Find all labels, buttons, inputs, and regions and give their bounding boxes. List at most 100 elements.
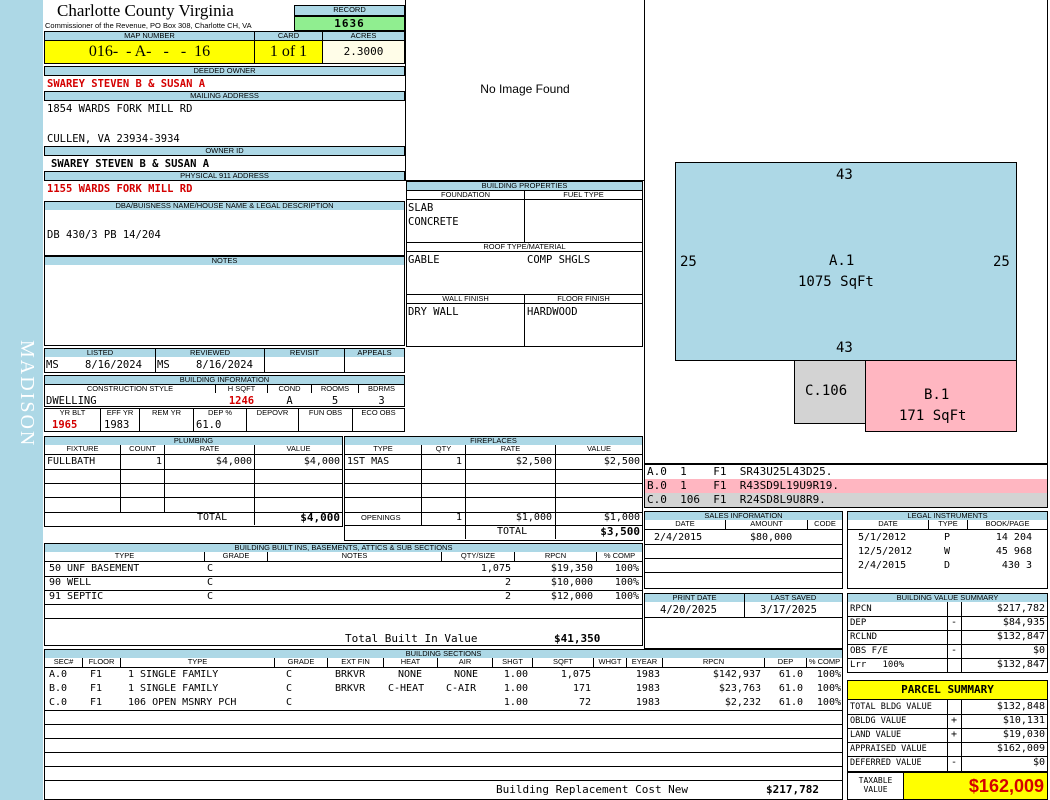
builtins-header: TYPE bbox=[44, 552, 205, 562]
wall-finish-label: WALL FINISH bbox=[406, 294, 525, 304]
reviewed-by: MS bbox=[157, 359, 170, 371]
depreciation: 61.0 bbox=[196, 419, 222, 431]
plumbing-header: VALUE bbox=[254, 445, 343, 455]
parcel-row: DEFERRED VALUE - $0 bbox=[850, 757, 1045, 768]
plumbing-header: RATE bbox=[164, 445, 255, 455]
sections-header: RPCN bbox=[662, 658, 765, 668]
fireplaces-header: VALUE bbox=[555, 445, 643, 455]
rooms: 5 bbox=[331, 395, 339, 407]
builtins-header: RPCN bbox=[514, 552, 597, 562]
sections-header: SHGT bbox=[492, 658, 533, 668]
deeded-owner-label: DEEDED OWNER bbox=[44, 66, 405, 76]
sections-header: DEP bbox=[764, 658, 807, 668]
replacement-cost: $217,782 bbox=[766, 783, 819, 796]
fireplaces-header: QTY bbox=[421, 445, 466, 455]
legal-header: DATE bbox=[847, 520, 929, 530]
sketch-c-name: C.106 bbox=[805, 383, 848, 399]
no-image-text: No Image Found bbox=[480, 82, 570, 96]
table-row: A.0 F1 1 SINGLE FAMILY C BRKVR NONE NONE… bbox=[49, 669, 841, 680]
bvs-row: RCLND $132,847 bbox=[850, 631, 1045, 642]
table-row: C.0 F1 106 OPEN MSNRY PCH C 1.00 72 1983… bbox=[49, 697, 841, 708]
builtins-header: NOTES bbox=[267, 552, 442, 562]
sections-header: GRADE bbox=[274, 658, 328, 668]
dba-text: DB 430/3 PB 14/204 bbox=[47, 229, 161, 241]
sections-header: TYPE bbox=[120, 658, 275, 668]
sketch-dim-left: 25 bbox=[680, 254, 697, 270]
sales-table: DATE AMOUNT CODE 2/4/2015 $80,000 bbox=[644, 520, 843, 589]
fireplaces-total: $3,500 bbox=[600, 525, 640, 538]
physical-address-label: PHYSICAL 911 ADDRESS bbox=[44, 171, 405, 181]
bvs-table: RPCN $217,782 DEP - $84,935 RCLND $132,847 O… bbox=[847, 602, 1048, 673]
sketch-b-area: 171 SqFt bbox=[899, 408, 967, 424]
builtins-table: TYPE GRADE NOTES QTY/SIZE RPCN % COMP 50… bbox=[44, 552, 643, 646]
fireplaces-table: TYPE QTY RATE VALUE 1ST MAS 1 $2,500 $2,… bbox=[344, 445, 643, 541]
sections-header: EYEAR bbox=[626, 658, 663, 668]
print-date: 4/20/2025 bbox=[660, 604, 717, 616]
sections-header: % COMP bbox=[806, 658, 843, 668]
record-value: 1636 bbox=[294, 16, 405, 31]
plumbing-table: FIXTURE COUNT RATE VALUE FULLBATH 1 $4,0… bbox=[44, 445, 343, 527]
construction-style: DWELLING bbox=[46, 395, 97, 407]
record-label: RECORD bbox=[294, 5, 405, 16]
table-row: 90 WELL C 2 $10,000 100% bbox=[49, 577, 639, 588]
roof-type: GABLE bbox=[408, 254, 440, 266]
builtins-total-label: Total Built In Value bbox=[345, 632, 478, 645]
owner-id: SWAREY STEVEN B & SUSAN A bbox=[51, 158, 210, 170]
foundation-1: SLAB bbox=[408, 202, 434, 214]
last-saved: 3/17/2025 bbox=[760, 604, 817, 616]
owner-id-label: OWNER ID bbox=[44, 146, 405, 156]
sections-header: EXT FIN bbox=[327, 658, 384, 668]
sections-header: SEC# bbox=[44, 658, 83, 668]
sales-header: DATE bbox=[644, 520, 726, 530]
mailing-line-2: CULLEN, VA 23934-3934 bbox=[47, 133, 180, 145]
builtins-header: QTY/SIZE bbox=[441, 552, 515, 562]
bdrms: 3 bbox=[378, 395, 385, 407]
fuel-type-label: FUEL TYPE bbox=[524, 190, 643, 200]
bvs-row: Lrr 100% $132,847 bbox=[850, 659, 1045, 670]
table-row: B.0 F1 1 SINGLE FAMILY C BRKVR C-HEAT C-… bbox=[49, 683, 841, 694]
replacement-cost-label: Building Replacement Cost New bbox=[496, 783, 689, 796]
roof-label: ROOF TYPE/MATERIAL bbox=[406, 242, 643, 252]
legal-table: DATE TYPE BOOK/PAGE 5/1/2012 P 14 204 12… bbox=[847, 520, 1048, 589]
table-row: FULLBATH 1 $4,000 $4,000 bbox=[47, 456, 340, 467]
fireplaces-header: RATE bbox=[465, 445, 556, 455]
sketch-dim-right: 25 bbox=[993, 254, 1010, 270]
wall-finish: DRY WALL bbox=[408, 306, 459, 318]
table-row: 12/5/2012 W 45 968 bbox=[858, 546, 1032, 557]
plumbing-total: $4,000 bbox=[300, 511, 340, 524]
plumbing-header: FIXTURE bbox=[44, 445, 121, 455]
mailing-line-1: 1854 WARDS FORK MILL RD bbox=[47, 103, 193, 115]
bvs-row: OBS F/E - $0 bbox=[850, 645, 1045, 656]
sidebar-label: MADISON bbox=[16, 340, 38, 448]
table-row: 1ST MAS 1 $2,500 $2,500 bbox=[347, 456, 640, 467]
deeded-owner: SWAREY STEVEN B & SUSAN A bbox=[47, 78, 206, 90]
table-row: 2/4/2015 D 430 3 bbox=[858, 560, 1032, 571]
sections-table: SEC# FLOOR TYPE GRADE EXT FIN HEAT AIR S… bbox=[44, 658, 843, 800]
parcel-row: TOTAL BLDG VALUE $132,848 bbox=[850, 701, 1045, 712]
foundation-label: FOUNDATION bbox=[406, 190, 525, 200]
sales-header: CODE bbox=[807, 520, 843, 530]
parcel-table: TOTAL BLDG VALUE $132,848 OBLDG VALUE + $10… bbox=[847, 700, 1048, 772]
sidebar: MADISON bbox=[0, 0, 43, 800]
roof-material: COMP SHGLS bbox=[527, 254, 591, 266]
listed-date: 8/16/2024 bbox=[85, 359, 142, 371]
parcel-row: LAND VALUE + $19,030 bbox=[850, 729, 1045, 740]
taxable-value: $162,009 bbox=[903, 772, 1048, 800]
floor-finish-label: FLOOR FINISH bbox=[524, 294, 643, 304]
card-value: 1 of 1 bbox=[254, 40, 323, 64]
sections-header: HEAT bbox=[383, 658, 438, 668]
sales-header: AMOUNT bbox=[725, 520, 808, 530]
builtins-header: GRADE bbox=[204, 552, 268, 562]
sketch-code-row: C.0 106 F1 R24SD8L9U8R9. bbox=[645, 493, 1047, 507]
foundation-2: CONCRETE bbox=[408, 216, 459, 228]
builtins-total: $41,350 bbox=[554, 632, 601, 645]
listed-by: MS bbox=[46, 359, 59, 371]
sketch-b-name: B.1 bbox=[924, 387, 950, 403]
plumbing-total-label: TOTAL bbox=[197, 512, 228, 523]
bvs-row: DEP - $84,935 bbox=[850, 617, 1045, 628]
sections-header: SQFT bbox=[532, 658, 594, 668]
legal-header: BOOK/PAGE bbox=[967, 520, 1048, 530]
sketch-code-list: A.0 1 F1 SR43U25L43D25. B.0 1 F1 R43SD9L… bbox=[644, 464, 1048, 508]
fireplaces-total-label: TOTAL bbox=[497, 526, 528, 537]
openings-row: OPENINGS 1 $1,000 $1,000 bbox=[361, 512, 640, 523]
